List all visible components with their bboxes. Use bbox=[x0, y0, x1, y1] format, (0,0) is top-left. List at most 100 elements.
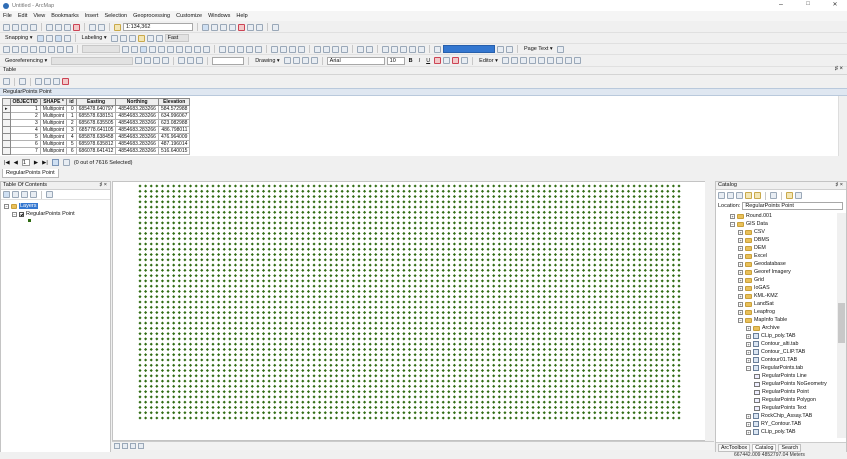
tab-search[interactable]: Search bbox=[778, 443, 802, 452]
map-point[interactable] bbox=[548, 379, 552, 383]
map-point[interactable] bbox=[492, 405, 496, 410]
map-point[interactable] bbox=[166, 194, 170, 199]
map-point[interactable] bbox=[273, 189, 277, 193]
map-point[interactable] bbox=[480, 332, 485, 336]
map-point[interactable] bbox=[172, 184, 176, 188]
map-point[interactable] bbox=[329, 289, 333, 294]
map-point[interactable] bbox=[638, 347, 642, 352]
map-point[interactable] bbox=[278, 258, 282, 262]
map-point[interactable] bbox=[334, 242, 339, 246]
map-point[interactable] bbox=[604, 200, 608, 204]
map-point[interactable] bbox=[615, 231, 619, 236]
map-point[interactable] bbox=[166, 237, 170, 241]
map-point[interactable] bbox=[452, 279, 456, 283]
map-point[interactable] bbox=[194, 210, 198, 214]
map-point[interactable] bbox=[290, 295, 294, 299]
map-point[interactable] bbox=[284, 189, 288, 193]
map-point[interactable] bbox=[385, 321, 389, 325]
map-point[interactable] bbox=[391, 337, 395, 341]
map-point[interactable] bbox=[576, 321, 580, 325]
map-point[interactable] bbox=[531, 416, 535, 420]
map-point[interactable] bbox=[509, 184, 513, 188]
map-point[interactable] bbox=[290, 231, 294, 236]
map-point[interactable] bbox=[385, 326, 389, 330]
map-point[interactable] bbox=[144, 416, 148, 420]
3d-icon[interactable] bbox=[382, 45, 389, 53]
list-by-source-icon[interactable] bbox=[12, 191, 19, 198]
map-point[interactable] bbox=[374, 274, 378, 278]
map-point[interactable] bbox=[245, 374, 249, 378]
map-point[interactable] bbox=[346, 284, 350, 288]
map-point[interactable] bbox=[183, 289, 187, 294]
map-point[interactable] bbox=[514, 300, 518, 304]
map-point[interactable] bbox=[217, 237, 221, 241]
map-point[interactable] bbox=[357, 400, 361, 404]
map-point[interactable] bbox=[492, 221, 496, 225]
map-point[interactable] bbox=[452, 400, 456, 404]
map-point[interactable] bbox=[239, 337, 243, 341]
map-point[interactable] bbox=[160, 374, 165, 378]
map-point[interactable] bbox=[486, 337, 490, 341]
map-point[interactable] bbox=[318, 321, 322, 325]
map-point[interactable] bbox=[638, 252, 642, 257]
map-point[interactable] bbox=[267, 252, 271, 257]
map-point[interactable] bbox=[503, 221, 507, 225]
map-point[interactable] bbox=[261, 368, 266, 373]
map-point[interactable] bbox=[396, 268, 400, 272]
map-point[interactable] bbox=[306, 395, 310, 399]
map-point[interactable] bbox=[441, 347, 445, 352]
map-point[interactable] bbox=[177, 321, 181, 325]
map-point[interactable] bbox=[194, 284, 198, 288]
map-point[interactable] bbox=[598, 221, 602, 225]
map-point[interactable] bbox=[385, 368, 389, 373]
map-point[interactable] bbox=[525, 205, 529, 209]
map-point[interactable] bbox=[374, 300, 378, 304]
catalog-window-icon[interactable] bbox=[220, 23, 227, 31]
map-point[interactable] bbox=[458, 353, 462, 357]
map-point[interactable] bbox=[290, 374, 294, 378]
map-point[interactable] bbox=[278, 263, 282, 267]
map-point[interactable] bbox=[374, 184, 378, 188]
map-point[interactable] bbox=[553, 237, 558, 241]
map-point[interactable] bbox=[273, 416, 277, 420]
map-point[interactable] bbox=[598, 289, 602, 294]
cell-northing[interactable]: 4854683.283266 bbox=[115, 147, 159, 155]
map-point[interactable] bbox=[542, 210, 546, 214]
map-point[interactable] bbox=[537, 321, 541, 325]
map-point[interactable] bbox=[542, 321, 546, 325]
map-point[interactable] bbox=[475, 374, 479, 378]
forward-extent-icon[interactable] bbox=[66, 45, 73, 53]
map-point[interactable] bbox=[284, 284, 288, 288]
map-point[interactable] bbox=[447, 221, 451, 225]
map-point[interactable] bbox=[245, 353, 249, 357]
map-point[interactable] bbox=[211, 210, 215, 214]
map-point[interactable] bbox=[559, 258, 563, 262]
map-point[interactable] bbox=[492, 184, 496, 188]
map-point[interactable] bbox=[228, 231, 232, 236]
map-point[interactable] bbox=[217, 242, 221, 246]
map-point[interactable] bbox=[363, 184, 367, 188]
map-point[interactable] bbox=[379, 252, 383, 257]
map-point[interactable] bbox=[340, 189, 344, 193]
map-point[interactable] bbox=[666, 337, 670, 341]
map-point[interactable] bbox=[531, 358, 535, 362]
georef-layer-dropdown[interactable] bbox=[51, 56, 134, 65]
map-point[interactable] bbox=[475, 337, 479, 341]
catalog-item-label[interactable]: MapInfo Table bbox=[754, 317, 787, 323]
map-point[interactable] bbox=[396, 400, 400, 404]
map-point[interactable] bbox=[160, 400, 165, 404]
map-point[interactable] bbox=[284, 321, 288, 325]
map-point[interactable] bbox=[587, 247, 591, 251]
map-point[interactable] bbox=[548, 279, 552, 283]
map-point[interactable] bbox=[250, 326, 254, 330]
map-point[interactable] bbox=[565, 295, 569, 299]
map-point[interactable] bbox=[245, 400, 249, 404]
map-point[interactable] bbox=[222, 258, 226, 262]
map-point[interactable] bbox=[458, 384, 462, 388]
map-point[interactable] bbox=[357, 274, 361, 278]
map-point[interactable] bbox=[497, 210, 501, 214]
map-point[interactable] bbox=[525, 210, 529, 214]
map-point[interactable] bbox=[537, 379, 541, 383]
map-point[interactable] bbox=[155, 284, 159, 288]
map-point[interactable] bbox=[172, 390, 176, 394]
